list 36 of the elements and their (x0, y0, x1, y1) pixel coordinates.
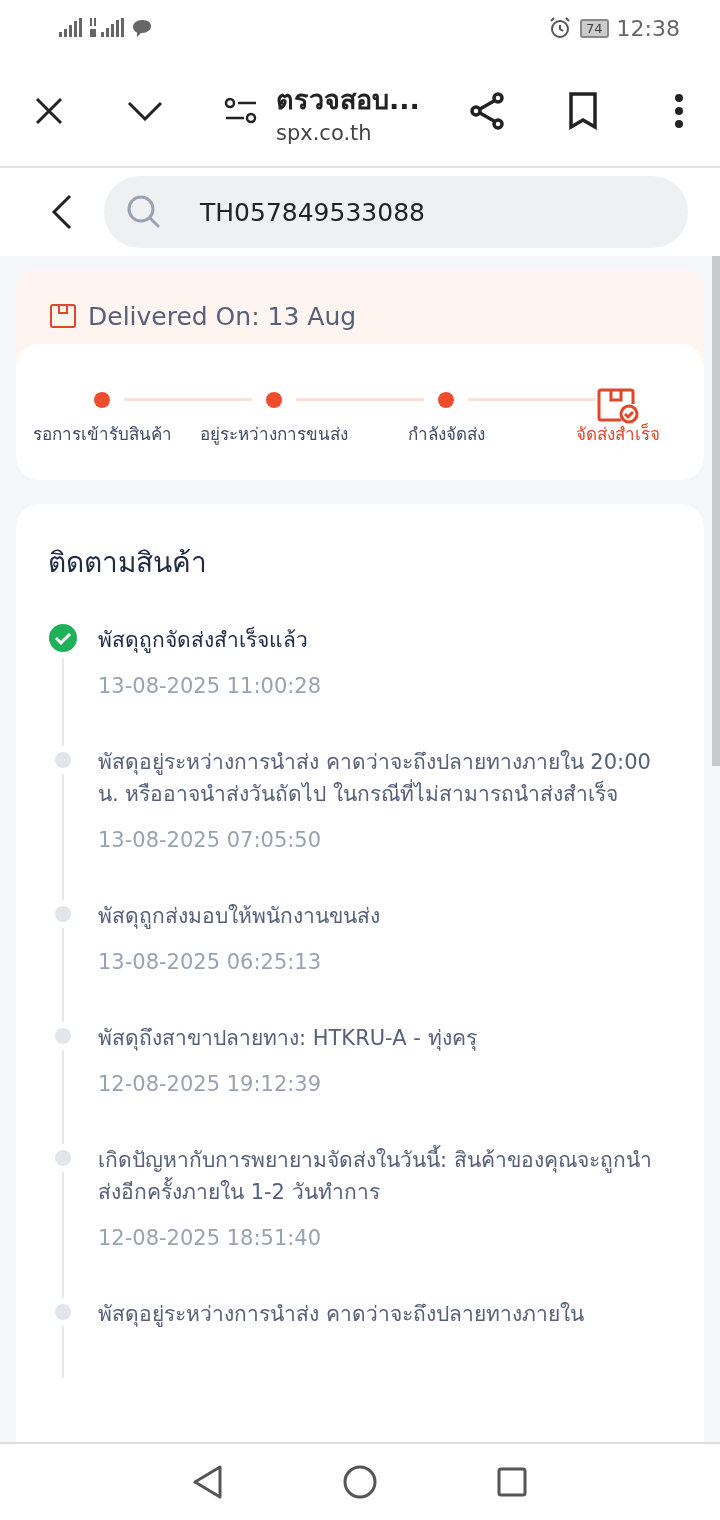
step-label: รอการเข้ารับสินค้า (32, 423, 172, 446)
circle-icon (343, 1465, 377, 1499)
event-text: พัสดุถูกจัดส่งสำเร็จแล้ว (98, 625, 309, 655)
event-time: 12-08-2025 19:12:39 (98, 1072, 323, 1096)
back-icon (50, 194, 72, 230)
step-label: จัดส่งสำเร็จ (576, 422, 660, 446)
event-text: พัสดุอยู่ระหว่างการนำส่ง คาดว่าจะถึงปลายทางภายใน 20:00 น. หรืออาจนำส่งวันถัดไป ในกรณีที่ไม่สามารถนำส่งสำเร็จ (98, 749, 652, 808)
event-time: 13-08-2025 06:25:13 (98, 950, 323, 974)
page-title: ตรวจสอบ... (276, 82, 421, 117)
triangle-icon (192, 1465, 224, 1499)
search-icon (126, 194, 162, 230)
event-time: 13-08-2025 11:00:28 (98, 674, 323, 698)
step-label: กำลังจัดส่ง (407, 423, 485, 446)
page-domain: spx.co.th (276, 120, 373, 145)
event-text: เกิดปัญหากับการพยายามจัดส่งในวันนี้: สินค้าของคุณจะถูกนำส่งอีกครั้งภายใน 1-2 วันทำการ (98, 1144, 674, 1208)
event-time: 12-08-2025 18:51:40 (98, 1226, 323, 1250)
sliders-icon (224, 96, 258, 126)
signal-icon (58, 18, 82, 38)
event-time: 13-08-2025 07:05:50 (98, 828, 323, 852)
event-text: พัสดุอยู่ระหว่างการนำส่ง คาดว่าจะถึงปลายทางภายใน (98, 1301, 585, 1329)
share-icon (468, 91, 506, 131)
square-icon (497, 1467, 527, 1497)
search-field[interactable]: TH057849533088 (104, 176, 688, 248)
signal-icon (90, 18, 124, 38)
step-label: อยู่ระหว่างการขนส่ง (200, 423, 348, 447)
close-icon (34, 96, 64, 126)
tracking-title: ติดตามสินค้า (48, 545, 208, 581)
chevron-down-icon (127, 101, 163, 121)
chat-icon (132, 18, 152, 38)
box-icon (50, 304, 76, 328)
menu-icon (674, 94, 684, 128)
bookmark-icon (568, 92, 598, 130)
battery-level: 74 (580, 18, 609, 38)
event-text: พัสดุถูกส่งมอบให้พนักงานขนส่ง (98, 903, 381, 931)
event-text: พัสดุถึงสาขาปลายทาง: HTKRU-A - ทุ่งครุ (98, 1025, 478, 1053)
clock-time: 12:38 (616, 15, 680, 41)
